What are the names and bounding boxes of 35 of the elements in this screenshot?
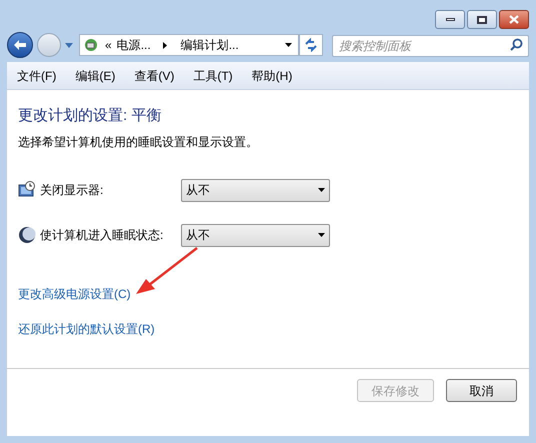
page-heading: 更改计划的设置: 平衡	[18, 106, 162, 126]
dropdown-caret-icon[interactable]	[285, 43, 292, 47]
settings-link[interactable]: 还原此计划的默认设置(R)	[18, 320, 155, 338]
menu-item[interactable]: 工具(T)	[193, 66, 233, 84]
settings-link[interactable]: 更改高级电源设置(C)	[18, 284, 131, 302]
chevron-right-icon[interactable]	[162, 42, 167, 48]
page-description: 选择希望计算机使用的睡眠设置和显示设置。	[18, 134, 259, 150]
breadcrumb[interactable]: 电源...	[116, 36, 151, 54]
dropdown-caret-icon	[318, 188, 325, 192]
setting-label: 使计算机进入睡眠状态:	[40, 227, 164, 244]
setting-label: 关闭显示器:	[40, 182, 104, 199]
monitor-clock-icon	[18, 181, 36, 199]
dropdown[interactable]: 从不	[181, 178, 330, 202]
breadcrumb[interactable]: 编辑计划...	[180, 36, 239, 54]
annotation-arrow	[133, 246, 199, 296]
menu-item[interactable]: 编辑(E)	[75, 66, 116, 84]
minimize-button[interactable]	[435, 10, 465, 29]
back-arrow-icon	[13, 39, 27, 51]
refresh-arrows-icon	[304, 38, 318, 52]
dropdown[interactable]: 从不	[181, 224, 330, 246]
close-button[interactable]	[499, 10, 529, 29]
search-field[interactable]: 搜索控制面板	[332, 35, 529, 57]
menu-item[interactable]: 帮助(H)	[252, 66, 292, 84]
menu-item[interactable]: 文件(F)	[17, 66, 56, 84]
dropdown-caret-icon	[318, 233, 325, 237]
close-icon	[509, 15, 519, 24]
back-button[interactable]	[7, 32, 33, 58]
dialog-button[interactable]: 取消	[446, 379, 517, 402]
menu-item[interactable]: 查看(V)	[134, 66, 174, 84]
address-bar[interactable]: « 电源... 编辑计划...	[79, 34, 299, 56]
search-icon[interactable]	[510, 38, 523, 51]
breadcrumb-overflow[interactable]: «	[105, 36, 112, 54]
moon-icon	[18, 226, 36, 244]
refresh-button[interactable]	[299, 34, 323, 56]
maximize-button[interactable]	[467, 10, 497, 29]
